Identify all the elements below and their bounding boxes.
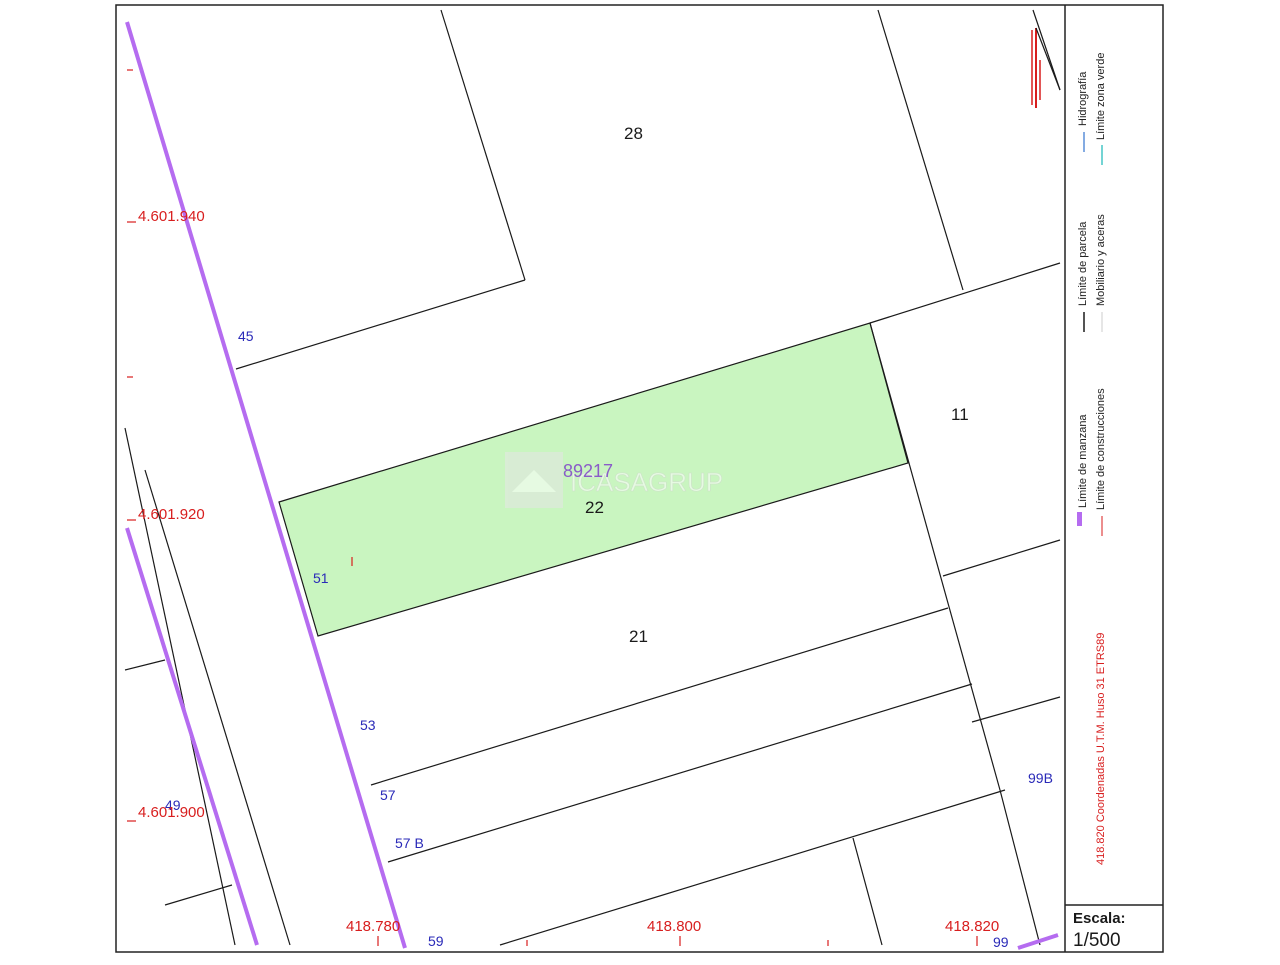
coord-y-4601940: 4.601.940 — [138, 208, 205, 225]
scale-value: 1/500 — [1073, 930, 1121, 951]
house-number-45: 45 — [238, 328, 254, 344]
coord-y-4601920: 4.601.920 — [138, 506, 205, 523]
block-limit-swatch — [1077, 512, 1082, 526]
coord-x-418820: 418.820 — [945, 918, 999, 935]
map-legend: Límite de manzana Límite de parcela Hidr… — [1077, 53, 1107, 865]
house-number-99: 99 — [993, 934, 1009, 950]
legend-block-limit: Límite de manzana — [1077, 414, 1089, 508]
house-number-59: 59 — [428, 933, 444, 949]
coord-y-4601900: 4.601.900 — [138, 804, 205, 821]
coord-x-418800: 418.800 — [647, 918, 701, 935]
parcel-reference: 89217 — [563, 461, 613, 481]
north-arrow-icon — [1031, 27, 1061, 108]
house-number-53: 53 — [360, 717, 376, 733]
house-number-57: 57 — [380, 787, 396, 803]
legend-furniture-sidewalks: Mobiliario y aceras — [1095, 214, 1107, 306]
house-number-57b: 57 B — [395, 835, 424, 851]
legend-parcel-limit: Límite de parcela — [1077, 221, 1089, 306]
legend-green-zone-limit: Límite zona verde — [1095, 53, 1107, 140]
legend-coordinate-system: 418.820 Coordenadas U.T.M. Huso 31 ETRS8… — [1095, 633, 1107, 865]
parcel-label-11: 11 — [951, 405, 969, 424]
parcel-label-28: 28 — [624, 124, 643, 143]
legend-hydrography: Hidrografía — [1077, 71, 1089, 126]
scale-label: Escala: — [1073, 910, 1126, 927]
house-number-99b: 99B — [1028, 770, 1053, 786]
house-number-51: 51 — [313, 570, 329, 586]
cadastral-map: ICASAGRUP 28 11 89217 22 21 45 51 53 57 … — [0, 0, 1280, 960]
parcel-label-22: 22 — [585, 498, 604, 517]
parcel-label-21: 21 — [629, 627, 648, 646]
legend-construction-limit: Límite de construcciones — [1095, 388, 1107, 510]
coord-x-418780: 418.780 — [346, 918, 400, 935]
